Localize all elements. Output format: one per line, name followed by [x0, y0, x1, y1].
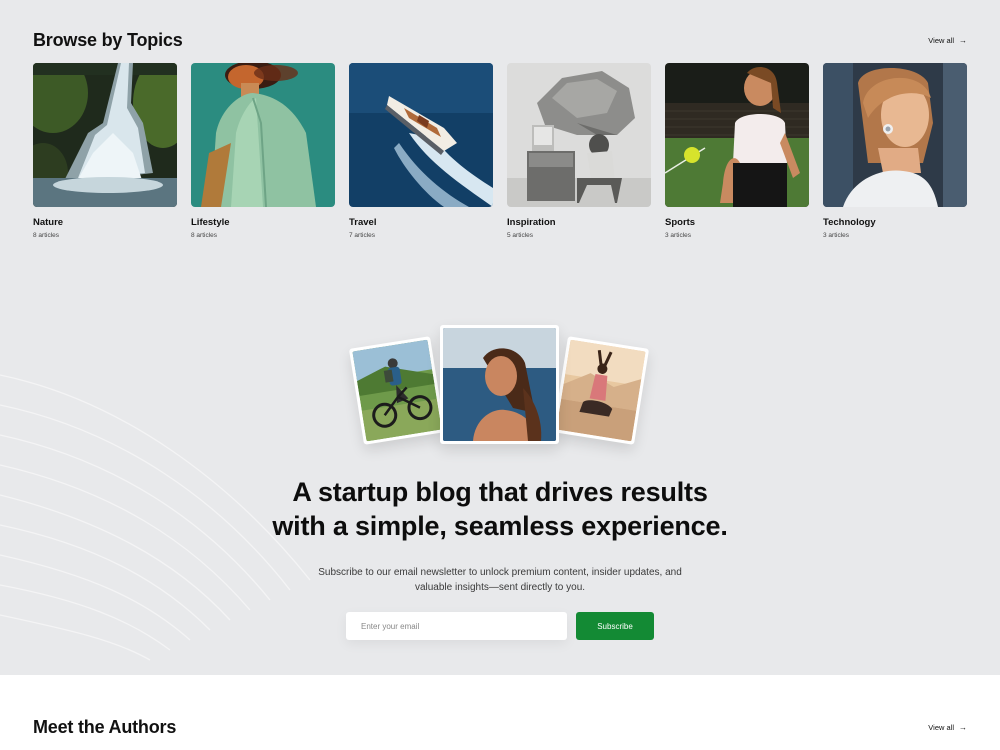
arrow-right-icon: →	[959, 722, 967, 732]
topic-count: 3 articles	[665, 232, 692, 239]
hero-title-line2: with a simple, seamless experience.	[272, 511, 728, 541]
speedboat-image	[349, 63, 493, 207]
photo-stack	[348, 320, 650, 450]
topics-header: Browse by Topics View all →	[33, 28, 967, 52]
email-input[interactable]	[346, 612, 567, 640]
topic-count: 7 articles	[349, 232, 376, 239]
browse-topics-section: Browse by Topics View all → Nature 8 art…	[33, 28, 967, 239]
topic-card-travel[interactable]: Travel 7 articles	[349, 63, 493, 239]
view-all-label: View all	[928, 35, 954, 45]
topic-card-nature[interactable]: Nature 8 articles	[33, 63, 177, 239]
subscribe-button[interactable]: Subscribe	[576, 612, 654, 640]
topic-name: Sports	[665, 217, 696, 228]
authors-title: Meet the Authors	[33, 716, 177, 737]
topic-card-inspiration[interactable]: Inspiration 5 articles	[507, 63, 651, 239]
topic-name: Lifestyle	[191, 217, 230, 228]
topic-name: Inspiration	[507, 217, 556, 228]
topic-count: 5 articles	[507, 232, 534, 239]
topic-card-sports[interactable]: Sports 3 articles	[665, 63, 809, 239]
authors-section: Meet the Authors View all →	[0, 675, 1000, 750]
topic-name: Travel	[349, 217, 377, 228]
topic-count: 8 articles	[33, 232, 60, 239]
woman-sea-photo	[440, 325, 559, 444]
topic-name: Nature	[33, 217, 64, 228]
cyclist-photo	[348, 336, 446, 445]
topic-card-lifestyle[interactable]: Lifestyle 8 articles	[191, 63, 335, 239]
authors-header: Meet the Authors View all →	[33, 715, 967, 739]
hero-subtitle: Subscribe to our email newsletter to unl…	[318, 567, 682, 593]
hero-title: A startup blog that drives results with …	[0, 475, 1000, 543]
topic-card-technology[interactable]: Technology 3 articles	[823, 63, 967, 239]
woman-earbuds-image	[823, 63, 967, 207]
person-green-jacket-image	[191, 63, 335, 207]
yoga-photo	[552, 336, 650, 445]
page: Browse by Topics View all → Nature 8 art…	[0, 0, 1000, 750]
topics-view-all-link[interactable]: View all →	[928, 36, 967, 45]
topic-grid: Nature 8 articles Lifestyle 8 articles T…	[33, 63, 967, 239]
arrow-right-icon: →	[959, 35, 967, 45]
authors-view-all-link[interactable]: View all →	[928, 723, 967, 732]
topic-name: Technology	[823, 217, 876, 228]
topics-title: Browse by Topics	[33, 29, 183, 50]
topic-count: 3 articles	[823, 232, 850, 239]
newsletter-hero: A startup blog that drives results with …	[0, 320, 1000, 640]
topic-count: 8 articles	[191, 232, 218, 239]
tennis-player-image	[665, 63, 809, 207]
rock-over-desk-image	[507, 63, 651, 207]
view-all-label: View all	[928, 722, 954, 732]
subscribe-form: Subscribe	[0, 612, 1000, 640]
hero-title-line1: A startup blog that drives results	[292, 477, 708, 507]
waterfall-image	[33, 63, 177, 207]
